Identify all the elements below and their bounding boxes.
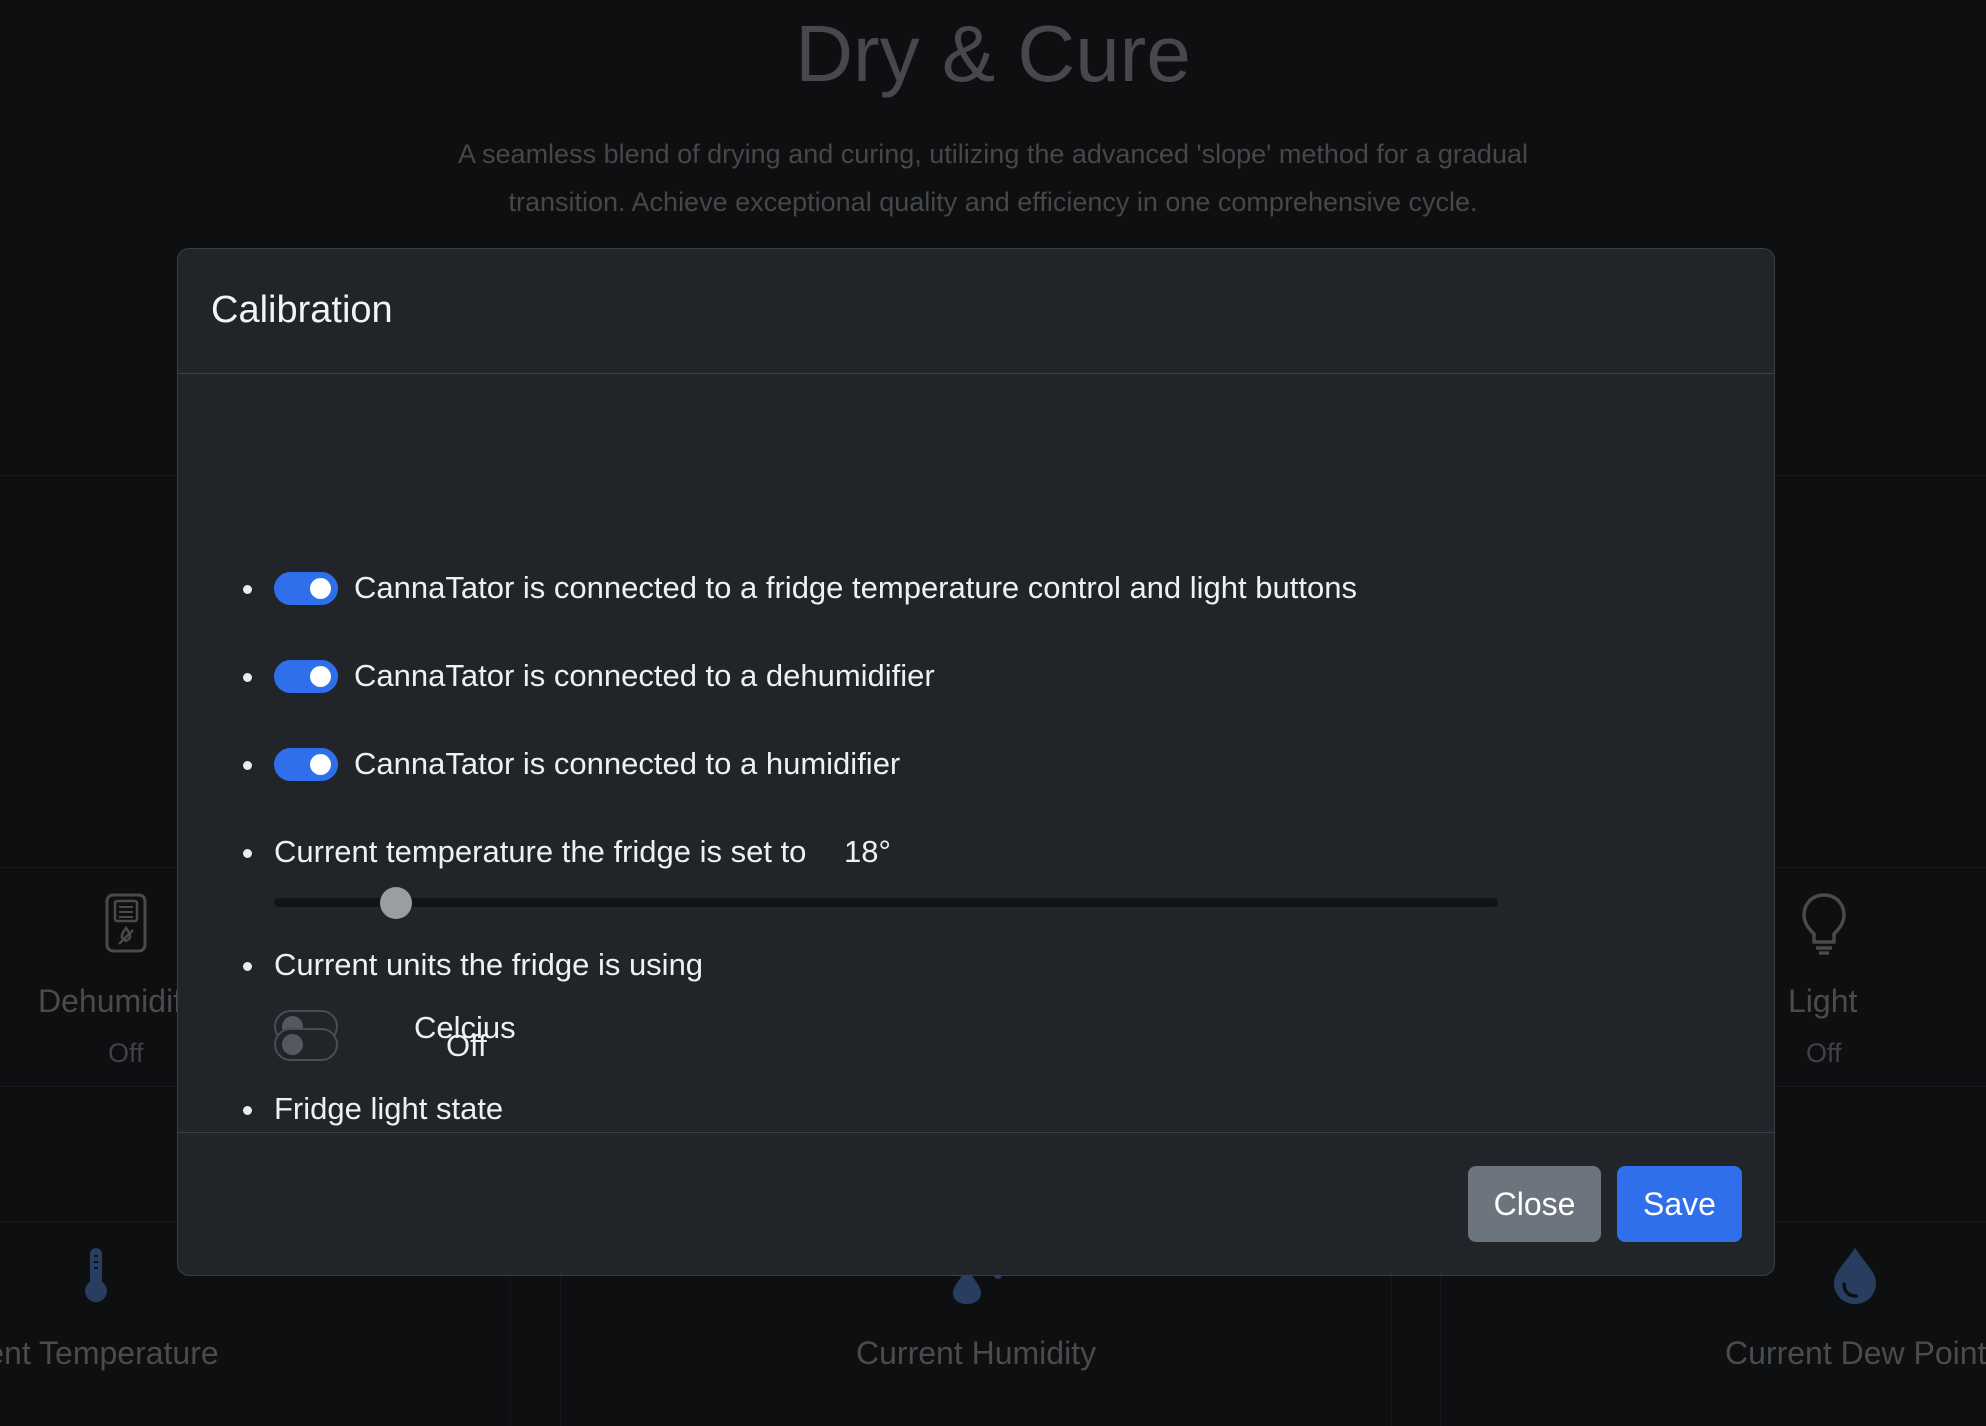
light-state-value: Off <box>446 1028 487 1063</box>
list-bullet <box>243 585 252 594</box>
calibration-modal: Calibration CannaTator is connected to a… <box>177 248 1775 1276</box>
toggle-knob <box>282 1034 303 1055</box>
dehumidifier-connection-toggle[interactable] <box>274 660 338 693</box>
temperature-slider-track[interactable] <box>274 898 1498 907</box>
temperature-label: Current temperature the fridge is set to <box>274 834 807 869</box>
humidifier-connection-toggle[interactable] <box>274 748 338 781</box>
list-bullet <box>243 673 252 682</box>
modal-body: CannaTator is connected to a fridge temp… <box>178 374 1774 1132</box>
list-bullet <box>243 849 252 858</box>
list-bullet <box>243 962 252 971</box>
fridge-connection-toggle[interactable] <box>274 572 338 605</box>
light-state-label: Fridge light state <box>274 1091 504 1126</box>
toggle-knob <box>310 754 331 775</box>
humidifier-connection-label: CannaTator is connected to a humidifier <box>354 746 901 781</box>
temperature-slider-thumb[interactable] <box>380 887 413 919</box>
page: Dry & Cure A seamless blend of drying an… <box>0 0 1986 1426</box>
list-bullet <box>243 761 252 770</box>
dehumidifier-connection-label: CannaTator is connected to a dehumidifie… <box>354 658 935 693</box>
toggle-knob <box>310 578 331 599</box>
fridge-connection-label: CannaTator is connected to a fridge temp… <box>354 570 1357 605</box>
modal-title: Calibration <box>211 289 393 331</box>
units-label: Current units the fridge is using <box>274 947 704 982</box>
light-state-toggle[interactable] <box>274 1028 338 1061</box>
modal-footer: Close Save <box>178 1132 1774 1275</box>
save-button[interactable]: Save <box>1617 1166 1742 1242</box>
modal-header: Calibration <box>178 249 1774 374</box>
temperature-value: 18° <box>844 834 891 869</box>
close-button[interactable]: Close <box>1468 1166 1601 1242</box>
toggle-knob <box>310 666 331 687</box>
list-bullet <box>243 1106 252 1115</box>
